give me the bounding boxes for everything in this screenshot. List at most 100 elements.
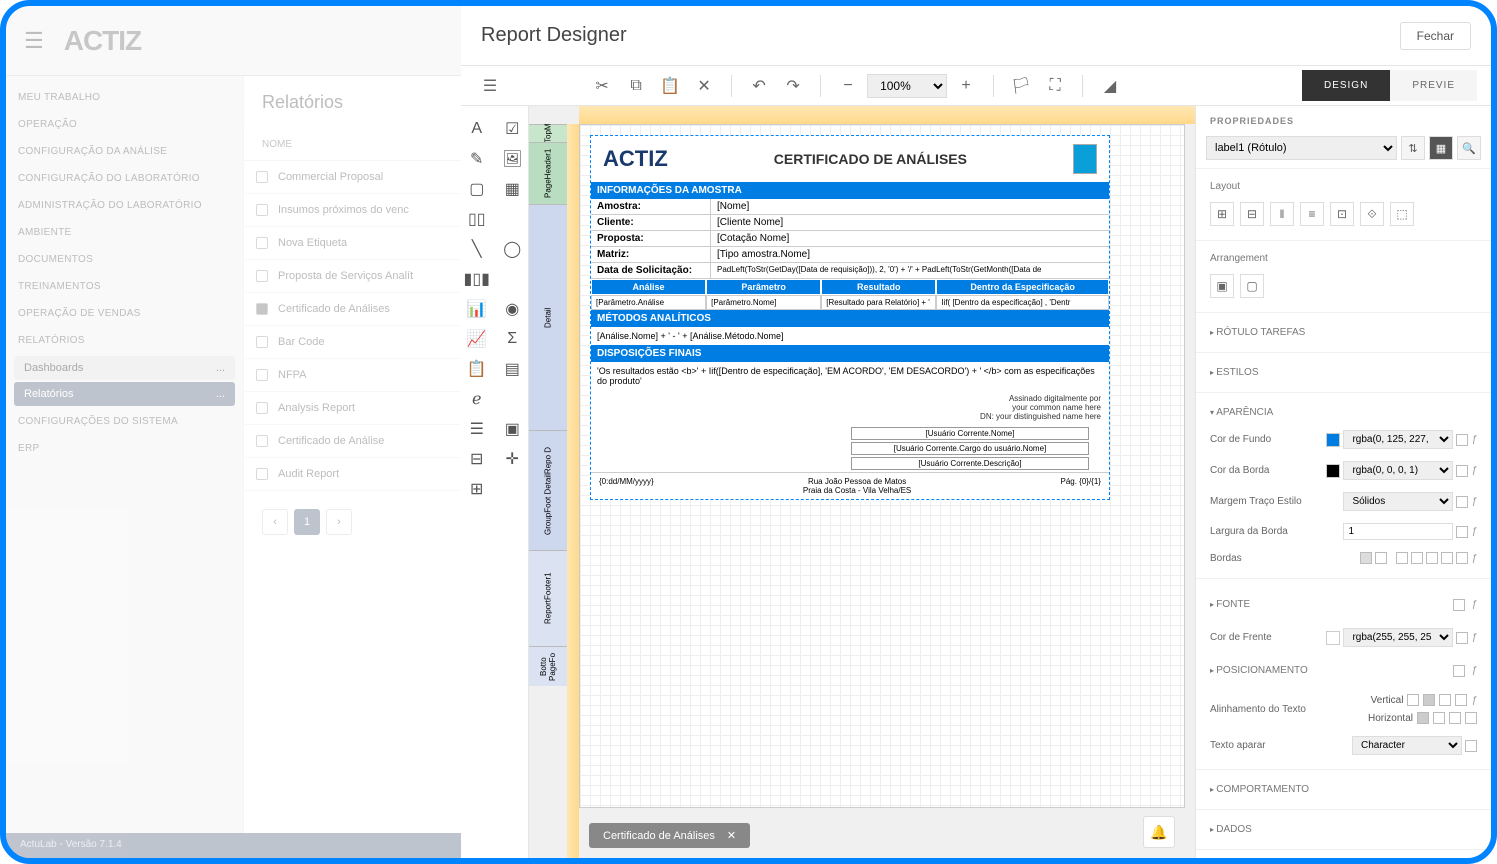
notifications-icon[interactable]: 🔔 xyxy=(1143,816,1175,848)
close-button[interactable]: Fechar xyxy=(1400,22,1471,50)
valign-center-icon[interactable] xyxy=(1423,694,1435,706)
field-label[interactable]: Cliente: xyxy=(591,215,711,230)
column-header[interactable]: Análise xyxy=(591,279,706,295)
valign-top-icon[interactable] xyxy=(1407,694,1419,706)
sort-icon[interactable]: ⇅ xyxy=(1401,136,1425,160)
field-label[interactable]: Proposta: xyxy=(591,231,711,246)
halign-right-icon[interactable] xyxy=(1449,712,1461,724)
pivot-tool-icon[interactable]: 📋 xyxy=(464,356,490,382)
scripts-icon[interactable]: 🏳 xyxy=(1006,71,1036,101)
cell[interactable]: [Parâmetro.Análise xyxy=(591,295,706,310)
categorize-icon[interactable]: ▦ xyxy=(1429,136,1453,160)
color-swatch[interactable] xyxy=(1326,433,1340,447)
nav-item[interactable]: CONFIGURAÇÕES DO SISTEMA xyxy=(6,408,243,435)
crosstab-tool-icon[interactable]: ✛ xyxy=(499,446,525,472)
subnav-relatorios[interactable]: Relatórios... xyxy=(14,382,235,406)
pageinfo-tool-icon[interactable]: ▣ xyxy=(499,416,525,442)
method-cell[interactable]: [Análise.Nome] + ' - ' + [Análise.Método… xyxy=(591,327,1109,345)
fore-color-select[interactable]: rgba(255, 255, 255, 1) xyxy=(1343,628,1453,647)
image-tool-icon[interactable]: 🖼 xyxy=(499,146,525,172)
band-groupfooter[interactable]: GroupFoot DetailRepo D xyxy=(529,430,567,550)
column-header[interactable]: Resultado xyxy=(821,279,936,295)
expression-icon[interactable]: ƒ xyxy=(1471,526,1477,537)
signature-role[interactable]: [Usuário Corrente.Cargo do usuário.Nome] xyxy=(851,442,1089,455)
signature-desc[interactable]: [Usuário Corrente.Descrição] xyxy=(851,457,1089,470)
group-comportamento[interactable]: COMPORTAMENTO xyxy=(1210,778,1477,801)
expression-icon[interactable]: ƒ xyxy=(1471,496,1477,507)
center-icon[interactable]: ⬚ xyxy=(1390,202,1414,226)
checkbox[interactable] xyxy=(1453,665,1465,677)
richtext-tool-icon[interactable]: ✎ xyxy=(464,146,490,172)
checkbox[interactable] xyxy=(1456,552,1468,564)
section-header[interactable]: DISPOSIÇÕES FINAIS xyxy=(591,345,1109,362)
blank2-tool-icon[interactable] xyxy=(499,266,525,292)
pagebreak-tool-icon[interactable]: ⊟ xyxy=(464,446,490,472)
nav-item[interactable]: MEU TRABALHO xyxy=(6,84,243,111)
expression-icon[interactable]: ƒ xyxy=(1471,553,1477,564)
band-reportfooter[interactable]: ReportFooter1 xyxy=(529,550,567,646)
list-item[interactable]: Certificado de Análises xyxy=(244,293,461,326)
report-title[interactable]: CERTIFICADO DE ANÁLISES xyxy=(774,151,967,167)
subreport-tool-icon[interactable]: ⊞ xyxy=(464,476,490,502)
border-color-select[interactable]: rgba(0, 0, 0, 1) xyxy=(1343,461,1453,480)
nav-item[interactable]: DOCUMENTOS xyxy=(6,246,243,273)
label-tool-icon[interactable]: A xyxy=(464,116,490,142)
group-dados[interactable]: DADOS xyxy=(1210,818,1477,841)
menu-icon[interactable]: ☰ xyxy=(475,71,505,101)
size-icon[interactable]: ≡ xyxy=(1300,202,1324,226)
border-top-icon[interactable] xyxy=(1411,552,1423,564)
expression-icon[interactable]: ƒ xyxy=(1471,632,1477,643)
nav-item[interactable]: CONFIGURAÇÃO DA ANÁLISE xyxy=(6,138,243,165)
subnav-dashboards[interactable]: Dashboards... xyxy=(14,356,235,380)
fullscreen-icon[interactable]: ⛶ xyxy=(1040,71,1070,101)
field-label[interactable]: Amostra: xyxy=(591,199,711,214)
search-icon[interactable]: 🔍 xyxy=(1457,136,1481,160)
zoom-select[interactable]: 100% xyxy=(867,74,947,98)
page-field[interactable]: Pág. {0}/{1} xyxy=(1060,477,1101,495)
nav-item[interactable]: OPERAÇÃO DE VENDAS xyxy=(6,300,243,327)
address-line[interactable]: Praia da Costa - Vila Velha/ES xyxy=(803,486,911,495)
list-item[interactable]: Commercial Proposal xyxy=(244,161,461,194)
snap-grid-icon[interactable]: ⊞ xyxy=(1210,202,1234,226)
shape-tool-icon[interactable]: ◯ xyxy=(499,236,525,262)
toc-tool-icon[interactable]: ☰ xyxy=(464,416,490,442)
zoom-in-icon[interactable]: + xyxy=(951,71,981,101)
band-topmargin[interactable]: TopM xyxy=(529,124,567,142)
expression-icon[interactable]: ƒ xyxy=(1471,599,1477,610)
copy-icon[interactable]: ⧉ xyxy=(621,71,651,101)
page-next[interactable]: › xyxy=(326,509,352,535)
signature-tool-icon[interactable]: ℯ xyxy=(464,386,490,412)
group-estilos[interactable]: ESTILOS xyxy=(1210,361,1477,384)
list-item[interactable]: Insumos próximos do venc xyxy=(244,194,461,227)
field-value[interactable]: [Cotação Nome] xyxy=(711,231,1109,246)
document-tab[interactable]: Certificado de Análises ✕ xyxy=(589,823,750,848)
border-bottom-icon[interactable] xyxy=(1441,552,1453,564)
table-tool-icon[interactable]: ▦ xyxy=(499,176,525,202)
band-pageheader[interactable]: PageHeader1 xyxy=(529,142,567,204)
page-number[interactable]: 1 xyxy=(294,509,320,535)
date-field[interactable]: {0:dd/MM/yyyy} xyxy=(599,477,654,495)
checkbox[interactable] xyxy=(1456,496,1468,508)
list-item[interactable]: Nova Etiqueta xyxy=(244,227,461,260)
page-prev[interactable]: ‹ xyxy=(262,509,288,535)
theme-icon[interactable]: ◢ xyxy=(1095,71,1125,101)
color-swatch[interactable] xyxy=(1326,631,1340,645)
vspace-icon[interactable]: ⟐ xyxy=(1360,202,1384,226)
border-all-icon[interactable] xyxy=(1360,552,1372,564)
expression-icon[interactable]: ƒ xyxy=(1471,665,1477,676)
signature-name[interactable]: [Usuário Corrente.Nome] xyxy=(851,427,1089,440)
halign-center-icon[interactable] xyxy=(1433,712,1445,724)
nav-item[interactable]: RELATÓRIOS xyxy=(6,327,243,354)
column-header[interactable]: Dentro da Especificação xyxy=(936,279,1109,295)
field-label[interactable]: Matriz: xyxy=(591,247,711,262)
nav-item[interactable]: CONFIGURAÇÃO DO LABORATÓRIO xyxy=(6,165,243,192)
border-right-icon[interactable] xyxy=(1426,552,1438,564)
group-tarefas[interactable]: RÓTULO TAREFAS xyxy=(1210,321,1477,344)
element-select[interactable]: label1 (Rótulo) xyxy=(1206,136,1397,160)
list-item[interactable]: Certificado de Análise xyxy=(244,425,461,458)
charcomb-tool-icon[interactable]: ▯▯ xyxy=(464,206,490,232)
tab-preview[interactable]: PREVIE xyxy=(1390,70,1477,101)
hspace-icon[interactable]: ⊡ xyxy=(1330,202,1354,226)
expression-icon[interactable]: ƒ xyxy=(1471,465,1477,476)
checkbox[interactable] xyxy=(1465,740,1477,752)
